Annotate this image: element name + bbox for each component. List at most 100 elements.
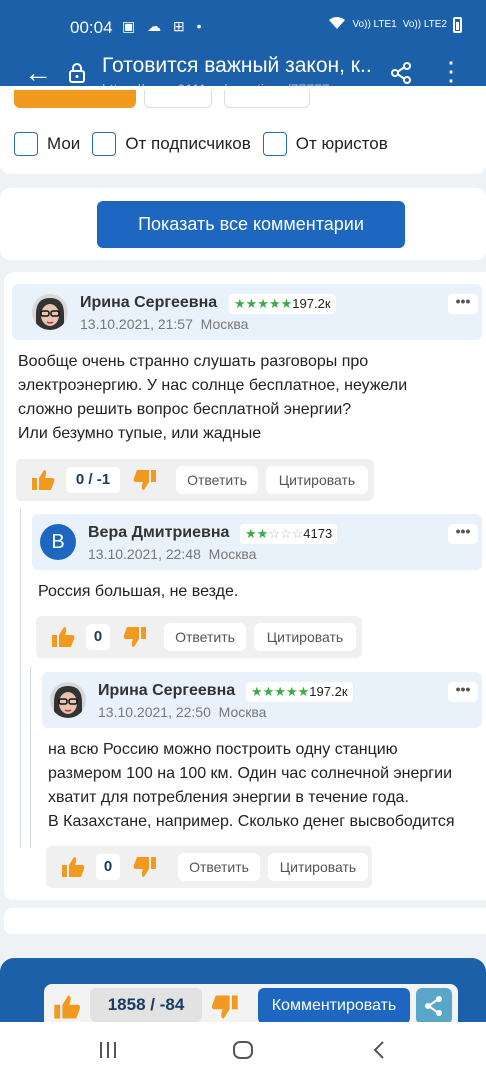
status-icons: Vo)) LTE1 Vo)) LTE2 <box>328 16 462 33</box>
comment-author[interactable]: Ирина Сергеевна <box>98 682 235 700</box>
comment-text: Россия большая, не везде. <box>38 580 238 604</box>
thumbs-up-icon[interactable] <box>50 624 76 650</box>
back-arrow-icon[interactable]: ← <box>24 58 52 88</box>
more-options-icon[interactable]: ••• <box>448 524 478 544</box>
comment-header: В Вера Дмитриевна ★★☆☆☆4173 13.10.2021, … <box>32 514 482 570</box>
back-icon[interactable] <box>372 1040 386 1065</box>
show-all-comments-button[interactable]: Показать все комментарии <box>97 201 405 248</box>
comment-meta: 13.10.2021, 21:57 Москва <box>80 316 248 332</box>
filter-subscribers-label: От подписчиков <box>125 134 251 153</box>
filter-my[interactable]: Мои <box>14 132 80 156</box>
filter-subscribers[interactable]: От подписчиков <box>92 132 251 156</box>
thumbs-down-icon[interactable] <box>132 854 158 880</box>
wifi-icon <box>328 16 346 33</box>
filter-checkboxes: Мои От подписчиков От юристов <box>14 132 400 156</box>
signal-1-label: Vo)) LTE1 <box>352 19 397 30</box>
avatar-letter[interactable]: В <box>40 524 76 560</box>
comment-actions: 0 / -1 Ответить Цитировать <box>16 459 374 501</box>
comment-text: Вообще очень странно слушать разговоры п… <box>18 350 407 446</box>
comment-header: Ирина Сергеевна ★★★★★197.2к 13.10.2021, … <box>42 672 482 728</box>
system-nav-bar <box>0 1022 486 1080</box>
sort-tab-old[interactable] <box>224 90 310 108</box>
more-options-icon[interactable]: ••• <box>448 294 478 314</box>
sort-tab-active[interactable] <box>14 90 136 108</box>
comment-author[interactable]: Вера Дмитриевна <box>88 524 229 542</box>
thumbs-up-icon[interactable] <box>30 467 56 493</box>
thread-line <box>30 666 31 848</box>
author-rating: ★★★★★197.2к <box>229 294 336 314</box>
vote-count: 0 <box>96 854 120 880</box>
filter-my-label: Мои <box>47 134 81 153</box>
status-bar: 00:04 ▣ ☁ ⊞ • Vo)) LTE1 Vo)) LTE2 <box>0 0 486 50</box>
more-options-icon[interactable]: ••• <box>448 682 478 702</box>
quote-button[interactable]: Цитировать <box>268 853 368 881</box>
quote-button[interactable]: Цитировать <box>266 466 368 494</box>
rating-value: 4173 <box>303 526 333 541</box>
rating-stars-icon: ★★ <box>245 526 269 541</box>
checkbox[interactable] <box>92 132 117 156</box>
vote-count: 0 <box>86 624 110 650</box>
home-icon[interactable] <box>232 1040 254 1065</box>
thumbs-down-icon[interactable] <box>132 467 158 493</box>
page-title[interactable]: Готовится важный закон, к... <box>102 54 372 78</box>
author-rating: ★★☆☆☆4173 <box>240 524 338 544</box>
avatar[interactable] <box>32 294 68 330</box>
comment-line: Вообще очень странно слушать разговоры п… <box>18 353 369 370</box>
total-vote-count: 1858 / -84 <box>90 988 202 1022</box>
show-all-card: Показать все комментарии <box>0 188 486 260</box>
comment-meta: 13.10.2021, 22:48 Москва <box>88 546 256 562</box>
share-icon[interactable] <box>416 988 452 1024</box>
comment-line: электроэнергию. У нас солнце бесплатное,… <box>18 377 408 394</box>
status-time: 00:04 <box>70 18 113 37</box>
share-icon[interactable] <box>388 60 414 86</box>
comment-city: Москва <box>218 704 267 720</box>
rating-stars-icon: ★★★★★ <box>234 296 293 311</box>
thumbs-down-icon[interactable] <box>210 992 240 1022</box>
reply-button[interactable]: Ответить <box>164 623 246 651</box>
comment-meta: 13.10.2021, 22:50 Москва <box>98 704 266 720</box>
thread-line <box>20 508 21 848</box>
rating-stars-icon: ★★★★★ <box>251 684 310 699</box>
comment-actions: 0 Ответить Цитировать <box>36 616 362 658</box>
comment-button[interactable]: Комментировать <box>258 988 410 1024</box>
comment-author[interactable]: Ирина Сергеевна <box>80 294 217 312</box>
vote-count: 0 / -1 <box>66 467 120 493</box>
avatar[interactable] <box>50 682 86 718</box>
reply-button[interactable]: Ответить <box>176 466 258 494</box>
rating-empty-stars-icon: ☆☆☆ <box>268 526 304 541</box>
quote-button[interactable]: Цитировать <box>254 623 356 651</box>
comment-date: 13.10.2021, 22:50 <box>98 704 211 720</box>
bottom-action-bar: 1858 / -84 Комментировать <box>0 958 486 1028</box>
comment-line: В Казахстане, например. Сколько денег вы… <box>48 813 455 830</box>
comments-thread: Ирина Сергеевна ★★★★★197.2к 13.10.2021, … <box>4 272 486 900</box>
next-card <box>4 908 486 934</box>
comment-header: Ирина Сергеевна ★★★★★197.2к 13.10.2021, … <box>12 284 482 340</box>
sort-tab-new[interactable] <box>144 90 212 108</box>
comment-date: 13.10.2021, 22:48 <box>88 546 201 562</box>
thumbs-up-icon[interactable] <box>60 854 86 880</box>
more-vert-icon[interactable]: ⋮ <box>438 58 464 84</box>
author-rating: ★★★★★197.2к <box>246 682 353 702</box>
checkbox[interactable] <box>14 132 38 156</box>
filter-lawyers-label: От юристов <box>295 134 388 153</box>
signal-2-label: Vo)) LTE2 <box>402 19 447 30</box>
comment-line: на всю Россию можно построить одну станц… <box>48 741 398 758</box>
comment-city: Москва <box>200 316 249 332</box>
checkbox[interactable] <box>262 132 287 156</box>
comment-date: 13.10.2021, 21:57 <box>80 316 193 332</box>
recent-apps-icon[interactable] <box>98 1040 118 1065</box>
lock-icon[interactable] <box>66 62 88 84</box>
comment-line: Или безумно тупые, или жадные <box>18 425 262 442</box>
comment-line: сложно решить вопрос бесплатной энергии? <box>18 401 352 418</box>
thumbs-up-icon[interactable] <box>52 992 82 1022</box>
comment-actions: 0 Ответить Цитировать <box>46 846 372 888</box>
reply-button[interactable]: Ответить <box>178 853 260 881</box>
comment-city: Москва <box>208 546 257 562</box>
rating-value: 197.2к <box>292 296 331 311</box>
thumbs-down-icon[interactable] <box>122 624 148 650</box>
battery-icon <box>453 16 462 33</box>
filter-lawyers[interactable]: От юристов <box>262 132 388 156</box>
filter-card: Мои От подписчиков От юристов <box>0 86 486 174</box>
comment-line: хватит для потребления энергии в течение… <box>48 789 409 806</box>
comment-text: на всю Россию можно построить одну станц… <box>48 738 486 834</box>
